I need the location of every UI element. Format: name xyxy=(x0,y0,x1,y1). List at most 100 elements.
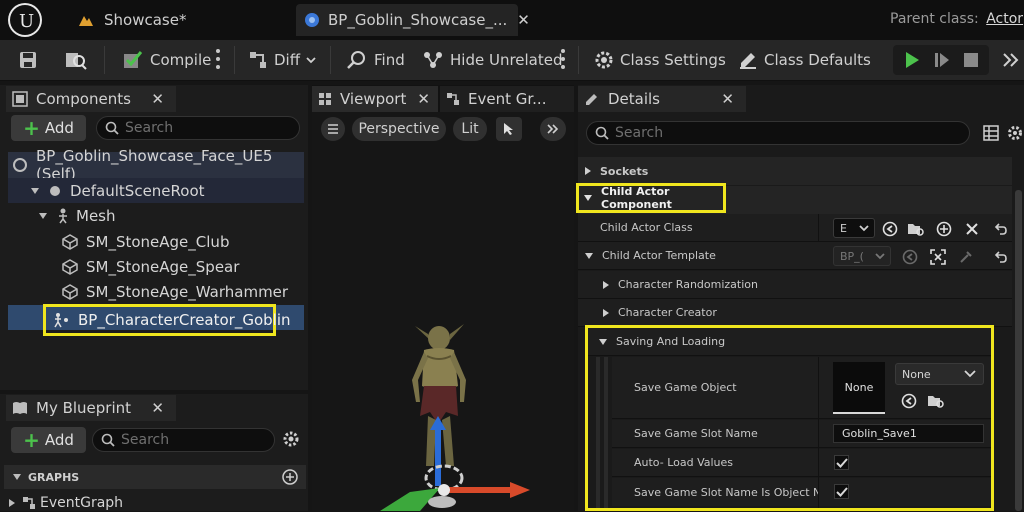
event-graph-label: EventGraph xyxy=(40,495,124,511)
viewport-menu-icon[interactable] xyxy=(321,117,345,141)
compile-button[interactable]: Compile xyxy=(122,46,211,74)
tab-bp-goblin[interactable]: BP_Goblin_Showcase_... ✕ xyxy=(296,4,530,36)
select-tool-icon[interactable] xyxy=(496,117,522,141)
details-tab[interactable]: Details ✕ xyxy=(578,86,746,112)
save-game-object-combo[interactable]: None xyxy=(895,363,984,385)
lit-button[interactable]: Lit xyxy=(453,117,487,141)
tree-item-character-creator[interactable]: BP_CharacterCreator_Goblin xyxy=(43,304,291,336)
combo-value: None xyxy=(902,367,931,381)
reset-icon[interactable] xyxy=(991,219,1011,239)
slot-name-is-object-name-checkbox[interactable] xyxy=(834,484,849,499)
overflow-chevron-icon[interactable] xyxy=(1000,47,1022,73)
tree-item-mesh[interactable]: Mesh xyxy=(8,203,304,228)
my-blueprint-tab[interactable]: My Blueprint ✕ xyxy=(6,395,176,421)
tree-item-spear[interactable]: SM_StoneAge_Spear xyxy=(8,254,304,279)
details-scrollbar[interactable] xyxy=(1015,190,1022,511)
parent-class-link[interactable]: Actor xyxy=(986,11,1023,27)
slot-name-is-object-name-label: Save Game Slot Name Is Object Na... xyxy=(634,485,818,499)
step-icon[interactable] xyxy=(929,47,955,73)
tree-item-default-scene-root[interactable]: DefaultSceneRoot xyxy=(8,178,304,203)
child-actor-class-label: Child Actor Class xyxy=(600,221,693,234)
more-options-icon[interactable] xyxy=(561,49,565,69)
diff-button[interactable]: Diff xyxy=(248,46,316,74)
class-settings-label: Class Settings xyxy=(620,51,726,69)
tree-item-warhammer[interactable]: SM_StoneAge_Warhammer xyxy=(8,279,304,304)
search-placeholder: Search xyxy=(125,120,174,136)
add-blueprint-item-button[interactable]: + Add xyxy=(11,427,86,453)
tree-item-label: BP_CharacterCreator_Goblin xyxy=(78,311,291,329)
hide-unrelated-button[interactable]: Hide Unrelated xyxy=(422,46,563,74)
save-game-object-row: Save Game Object xyxy=(612,357,818,419)
child-actor-template-combo[interactable]: BP_( xyxy=(833,246,891,266)
tab-viewport[interactable]: Viewport ✕ xyxy=(312,86,438,112)
tree-item-club[interactable]: SM_StoneAge_Club xyxy=(8,229,304,254)
gear-icon[interactable] xyxy=(1006,124,1024,142)
close-icon[interactable]: ✕ xyxy=(417,90,430,108)
perspective-button[interactable]: Perspective xyxy=(352,117,446,141)
reset-icon[interactable] xyxy=(991,247,1011,267)
gear-icon[interactable] xyxy=(281,429,301,449)
clear-icon[interactable] xyxy=(962,219,982,239)
play-icon[interactable] xyxy=(899,47,925,73)
eyedropper-icon[interactable] xyxy=(956,247,976,267)
viewport-icon xyxy=(318,92,332,106)
add-icon[interactable] xyxy=(934,219,954,239)
save-game-slot-name-row: Save Game Slot Name xyxy=(612,420,818,448)
components-search-input[interactable]: Search xyxy=(96,116,300,140)
tab-label: BP_Goblin_Showcase_... xyxy=(328,11,508,29)
tree-item-label: SM_StoneAge_Spear xyxy=(86,257,240,276)
tab-event-graph[interactable]: Event Gr... xyxy=(440,86,574,112)
tree-item-self[interactable]: BP_Goblin_Showcase_Face_UE5 (Self) xyxy=(8,147,304,183)
save-game-slot-name-input[interactable]: Goblin_Save1 xyxy=(833,424,984,443)
unreal-logo[interactable]: U xyxy=(8,3,42,37)
separator xyxy=(234,46,235,74)
thumbnail-label: None xyxy=(844,380,874,394)
tree-item-label: DefaultSceneRoot xyxy=(70,181,205,200)
add-component-button[interactable]: + Add xyxy=(11,115,86,141)
details-search-input[interactable]: Search xyxy=(586,121,970,145)
use-selected-icon[interactable] xyxy=(900,247,920,267)
blueprint-icon xyxy=(304,12,320,28)
child-actor-class-combo[interactable]: E xyxy=(833,218,875,238)
class-settings-button[interactable]: Class Settings xyxy=(594,46,726,74)
components-tab[interactable]: Components ✕ xyxy=(6,86,176,112)
focus-icon[interactable] xyxy=(928,247,948,267)
graphs-section-header[interactable]: GRAPHS xyxy=(4,465,306,489)
auto-load-values-checkbox[interactable] xyxy=(834,455,849,470)
viewport-overflow-icon[interactable] xyxy=(540,117,566,141)
close-icon[interactable]: ✕ xyxy=(721,90,734,108)
child-actor-component-category[interactable]: Child Actor Component xyxy=(576,183,726,213)
close-icon[interactable]: ✕ xyxy=(517,11,530,29)
compile-check-icon xyxy=(122,49,144,71)
search-icon xyxy=(105,121,119,135)
character-randomization-category[interactable]: Character Randomization xyxy=(578,271,1012,299)
browse-folder-icon[interactable] xyxy=(906,219,926,239)
child-actor-class-value: E xyxy=(840,221,847,235)
use-selected-icon[interactable] xyxy=(899,391,919,411)
browse-folder-icon[interactable] xyxy=(925,391,947,411)
browse-button[interactable] xyxy=(64,46,88,74)
svg-text:U: U xyxy=(19,11,34,32)
saving-and-loading-category[interactable]: Saving And Loading xyxy=(588,328,991,356)
diff-icon xyxy=(248,50,268,70)
asset-thumbnail[interactable]: None xyxy=(833,362,885,414)
event-graph-item[interactable]: EventGraph xyxy=(8,494,304,512)
add-graph-icon[interactable] xyxy=(282,469,298,485)
goblin-character-preview[interactable] xyxy=(380,316,550,511)
class-defaults-button[interactable]: Class Defaults xyxy=(738,46,871,74)
save-button[interactable] xyxy=(18,46,38,74)
stop-icon[interactable] xyxy=(958,47,984,73)
close-icon[interactable]: ✕ xyxy=(151,90,164,108)
use-selected-icon[interactable] xyxy=(880,219,900,239)
compile-options-icon[interactable] xyxy=(216,49,220,69)
close-icon[interactable]: ✕ xyxy=(151,399,164,417)
tab-showcase[interactable]: Showcase* xyxy=(78,4,278,36)
graph-icon xyxy=(22,496,36,510)
book-icon xyxy=(12,400,28,416)
find-button[interactable]: Find xyxy=(346,46,405,74)
my-blueprint-search-input[interactable]: Search xyxy=(92,428,275,452)
sockets-category[interactable]: Sockets xyxy=(578,157,1012,185)
title-bar: U Showcase* BP_Goblin_Showcase_... ✕ Par… xyxy=(0,0,1024,40)
table-view-icon[interactable] xyxy=(982,124,1000,142)
character-creator-category[interactable]: Character Creator xyxy=(578,299,1012,327)
